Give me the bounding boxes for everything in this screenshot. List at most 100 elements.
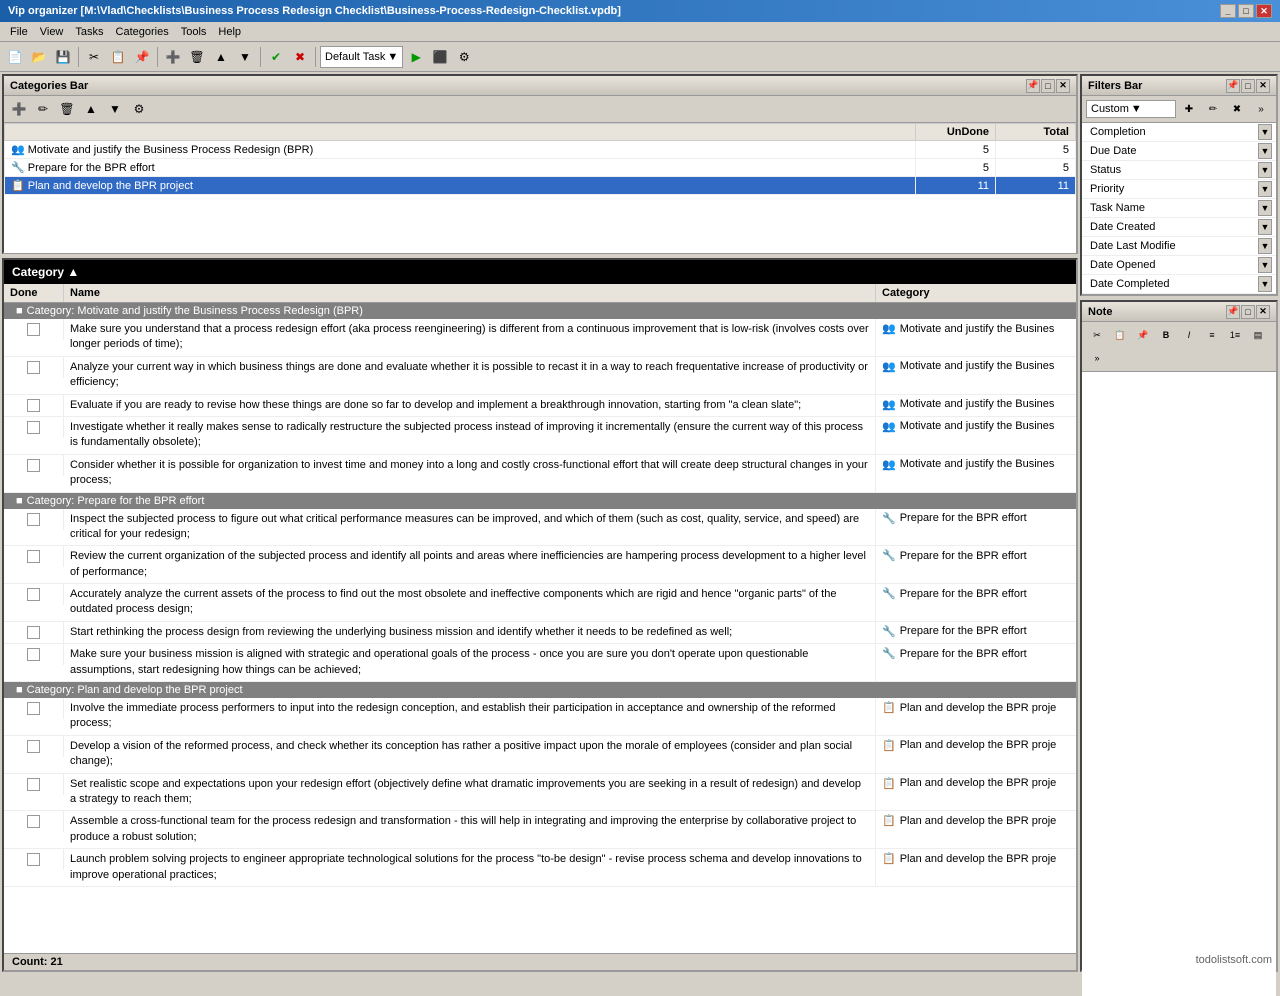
note-ol-btn[interactable]: 1≡ bbox=[1224, 324, 1246, 346]
add-task-btn[interactable]: ➕ bbox=[162, 46, 184, 68]
note-italic-btn[interactable]: I bbox=[1178, 324, 1200, 346]
menu-file[interactable]: File bbox=[4, 24, 34, 40]
task-checkbox[interactable] bbox=[27, 513, 40, 526]
filter-more-btn[interactable]: » bbox=[1250, 98, 1272, 120]
filter-dropdown-btn[interactable]: ▼ bbox=[1258, 124, 1272, 140]
cat-delete-btn[interactable]: 🗑 bbox=[56, 98, 78, 120]
filter-dropdown-btn[interactable]: ▼ bbox=[1258, 219, 1272, 235]
filter-edit-btn[interactable]: ✏ bbox=[1202, 98, 1224, 120]
filter-row: Status ▼ bbox=[1082, 161, 1276, 180]
task-checkbox[interactable] bbox=[27, 459, 40, 472]
check-btn[interactable]: ✔ bbox=[265, 46, 287, 68]
col-name-header[interactable]: Name bbox=[64, 284, 876, 302]
menu-view[interactable]: View bbox=[34, 24, 70, 40]
open-btn[interactable]: 📂 bbox=[28, 46, 50, 68]
left-panel: Categories Bar 📌 □ ✕ ➕ ✏ 🗑 ▲ ▼ ⚙ bbox=[0, 72, 1080, 974]
menu-tasks[interactable]: Tasks bbox=[69, 24, 109, 40]
custom-arrow: ▼ bbox=[1131, 103, 1142, 115]
menu-categories[interactable]: Categories bbox=[110, 24, 175, 40]
note-copy-btn[interactable]: 📋 bbox=[1109, 324, 1131, 346]
settings-btn[interactable]: ⚙ bbox=[453, 46, 475, 68]
copy-btn[interactable]: 📋 bbox=[107, 46, 129, 68]
close-btn[interactable]: ✕ bbox=[1256, 4, 1272, 18]
group-header[interactable]: ■ Category: Plan and develop the BPR pro… bbox=[4, 682, 1076, 698]
task-checkbox[interactable] bbox=[27, 702, 40, 715]
filter-dropdown-btn[interactable]: ▼ bbox=[1258, 200, 1272, 216]
filter-dropdown-btn[interactable]: ▼ bbox=[1258, 257, 1272, 273]
run-btn[interactable]: ▶ bbox=[405, 46, 427, 68]
maximize-btn[interactable]: □ bbox=[1238, 4, 1254, 18]
close-panel-btn[interactable]: ✕ bbox=[1056, 79, 1070, 93]
delete-btn[interactable]: 🗑 bbox=[186, 46, 208, 68]
task-category-cell: 📋 Plan and develop the BPR proje bbox=[876, 811, 1076, 830]
task-row: Make sure you understand that a process … bbox=[4, 319, 1076, 357]
task-checkbox[interactable] bbox=[27, 550, 40, 563]
checklist-header[interactable]: Category ▲ bbox=[4, 260, 1076, 284]
task-checkbox[interactable] bbox=[27, 588, 40, 601]
filter-delete-btn[interactable]: ✖ bbox=[1226, 98, 1248, 120]
note-close-btn[interactable]: ✕ bbox=[1256, 305, 1270, 319]
task-name-cell: Evaluate if you are ready to revise how … bbox=[64, 395, 876, 416]
filter-dropdown-btn[interactable]: ▼ bbox=[1258, 238, 1272, 254]
task-category-cell: 👥 Motivate and justify the Busines bbox=[876, 455, 1076, 474]
group-header[interactable]: ■ Category: Prepare for the BPR effort bbox=[4, 493, 1076, 509]
note-more-btn[interactable]: » bbox=[1086, 347, 1108, 369]
category-row[interactable]: 👥 Motivate and justify the Business Proc… bbox=[5, 141, 1076, 159]
expand-btn[interactable]: □ bbox=[1041, 79, 1055, 93]
filter-dropdown-btn[interactable]: ▼ bbox=[1258, 276, 1272, 292]
task-checkbox[interactable] bbox=[27, 648, 40, 661]
task-checkbox[interactable] bbox=[27, 740, 40, 753]
task-category-cell: 🔧 Prepare for the BPR effort bbox=[876, 509, 1076, 528]
note-bold-btn[interactable]: B bbox=[1155, 324, 1177, 346]
task-checkbox[interactable] bbox=[27, 778, 40, 791]
menu-help[interactable]: Help bbox=[212, 24, 247, 40]
cat-up-btn[interactable]: ▲ bbox=[80, 98, 102, 120]
task-cat-icon: 📋 bbox=[882, 814, 896, 827]
task-type-label: Default Task bbox=[325, 51, 385, 63]
task-checkbox[interactable] bbox=[27, 323, 40, 336]
filter-dropdown-btn[interactable]: ▼ bbox=[1258, 162, 1272, 178]
minimize-btn[interactable]: _ bbox=[1220, 4, 1236, 18]
cat-settings-btn[interactable]: ⚙ bbox=[128, 98, 150, 120]
category-row[interactable]: 🔧 Prepare for the BPR effort 5 5 bbox=[5, 159, 1076, 177]
note-expand-btn[interactable]: □ bbox=[1241, 305, 1255, 319]
group-header[interactable]: ■ Category: Motivate and justify the Bus… bbox=[4, 303, 1076, 319]
cat-edit-btn[interactable]: ✏ bbox=[32, 98, 54, 120]
task-type-dropdown[interactable]: Default Task ▼ bbox=[320, 46, 403, 68]
uncheck-btn[interactable]: ✖ bbox=[289, 46, 311, 68]
task-checkbox[interactable] bbox=[27, 399, 40, 412]
filter-dropdown-btn[interactable]: ▼ bbox=[1258, 143, 1272, 159]
save-btn[interactable]: 💾 bbox=[52, 46, 74, 68]
filter-close-btn[interactable]: ✕ bbox=[1256, 79, 1270, 93]
filter-dropdown-btn[interactable]: ▼ bbox=[1258, 181, 1272, 197]
cat-add-btn[interactable]: ➕ bbox=[8, 98, 30, 120]
filter-expand-btn[interactable]: □ bbox=[1241, 79, 1255, 93]
col-category-header[interactable]: Category bbox=[876, 284, 1076, 302]
paste-btn[interactable]: 📌 bbox=[131, 46, 153, 68]
move-down-btn[interactable]: ▼ bbox=[234, 46, 256, 68]
task-checkbox[interactable] bbox=[27, 815, 40, 828]
cat-down-btn[interactable]: ▼ bbox=[104, 98, 126, 120]
category-row[interactable]: 📋 Plan and develop the BPR project 11 11 bbox=[5, 177, 1076, 195]
checklist-scroll[interactable]: ■ Category: Motivate and justify the Bus… bbox=[4, 303, 1076, 953]
note-content[interactable] bbox=[1082, 372, 1276, 996]
task-checkbox[interactable] bbox=[27, 626, 40, 639]
filter-add-btn[interactable]: ✚ bbox=[1178, 98, 1200, 120]
task-checkbox[interactable] bbox=[27, 361, 40, 374]
move-up-btn[interactable]: ▲ bbox=[210, 46, 232, 68]
note-paste-btn[interactable]: 📌 bbox=[1132, 324, 1154, 346]
note-align-btn[interactable]: ▤ bbox=[1247, 324, 1269, 346]
task-checkbox[interactable] bbox=[27, 421, 40, 434]
stop-btn[interactable]: ⬛ bbox=[429, 46, 451, 68]
task-cat-name: Prepare for the BPR effort bbox=[900, 512, 1027, 524]
note-pin-btn[interactable]: 📌 bbox=[1226, 305, 1240, 319]
pin-btn[interactable]: 📌 bbox=[1026, 79, 1040, 93]
new-btn[interactable]: 📄 bbox=[4, 46, 26, 68]
note-ul-btn[interactable]: ≡ bbox=[1201, 324, 1223, 346]
task-checkbox[interactable] bbox=[27, 853, 40, 866]
custom-dropdown[interactable]: Custom ▼ bbox=[1086, 100, 1176, 118]
note-cut-btn[interactable]: ✂ bbox=[1086, 324, 1108, 346]
cut-btn[interactable]: ✂ bbox=[83, 46, 105, 68]
menu-tools[interactable]: Tools bbox=[175, 24, 213, 40]
filter-pin-btn[interactable]: 📌 bbox=[1226, 79, 1240, 93]
